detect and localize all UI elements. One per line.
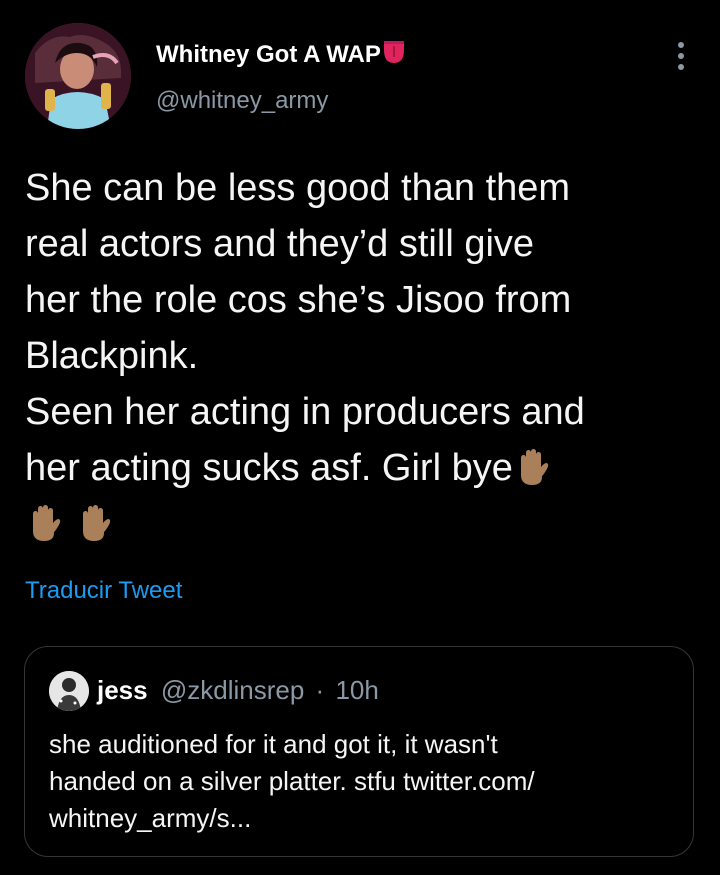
author-avatar[interactable]: [25, 23, 131, 129]
author-name-text: Whitney Got A WAP: [156, 41, 381, 68]
tweet-body: She can be less good than them real acto…: [25, 160, 695, 552]
raised-hand-emoji-icon: [25, 503, 65, 559]
tweet-line: Blackpink.: [25, 335, 199, 377]
tweet-container: Whitney Got A WAP @whitney_army She can …: [0, 0, 720, 875]
quoted-line: she auditioned for it and got it, it was…: [49, 729, 498, 759]
more-options-icon[interactable]: [669, 40, 693, 72]
tweet-line-with-emoji: her acting sucks asf. Girl bye: [25, 440, 695, 496]
more-dot: [678, 42, 684, 48]
raised-hand-emoji-icon: [513, 447, 553, 503]
tongue-emoji-icon: [383, 40, 405, 71]
quoted-line: handed on a silver platter. stfu twitter…: [49, 766, 535, 796]
quoted-author-name[interactable]: jess: [97, 675, 148, 705]
quoted-author-handle[interactable]: @zkdlinsrep: [161, 675, 304, 705]
translate-tweet-link[interactable]: Traducir Tweet: [25, 577, 182, 605]
tweet-line: her the role cos she’s Jisoo from: [25, 279, 572, 321]
quoted-header: jess @zkdlinsrep · 10h: [97, 675, 379, 706]
more-dot: [678, 53, 684, 59]
raised-hand-emoji-icon: [75, 503, 115, 559]
author-display-name[interactable]: Whitney Got A WAP: [156, 40, 405, 71]
more-dot: [678, 64, 684, 70]
quoted-body: she auditioned for it and got it, it was…: [49, 726, 669, 837]
quoted-separator: ·: [315, 675, 325, 705]
tweet-line: real actors and they’d still give: [25, 223, 535, 265]
quoted-tweet-card[interactable]: jess @zkdlinsrep · 10h she auditioned fo…: [24, 646, 694, 857]
author-handle[interactable]: @whitney_army: [156, 87, 328, 115]
quoted-author-avatar[interactable]: [49, 671, 89, 711]
quoted-timestamp[interactable]: 10h: [335, 675, 378, 705]
tweet-line: She can be less good than them: [25, 167, 571, 209]
tweet-line-text: her acting sucks asf. Girl bye: [25, 447, 513, 489]
quoted-line: whitney_army/s...: [49, 803, 252, 833]
tweet-emoji-row: [25, 496, 695, 552]
tweet-line: Seen her acting in producers and: [25, 391, 585, 433]
